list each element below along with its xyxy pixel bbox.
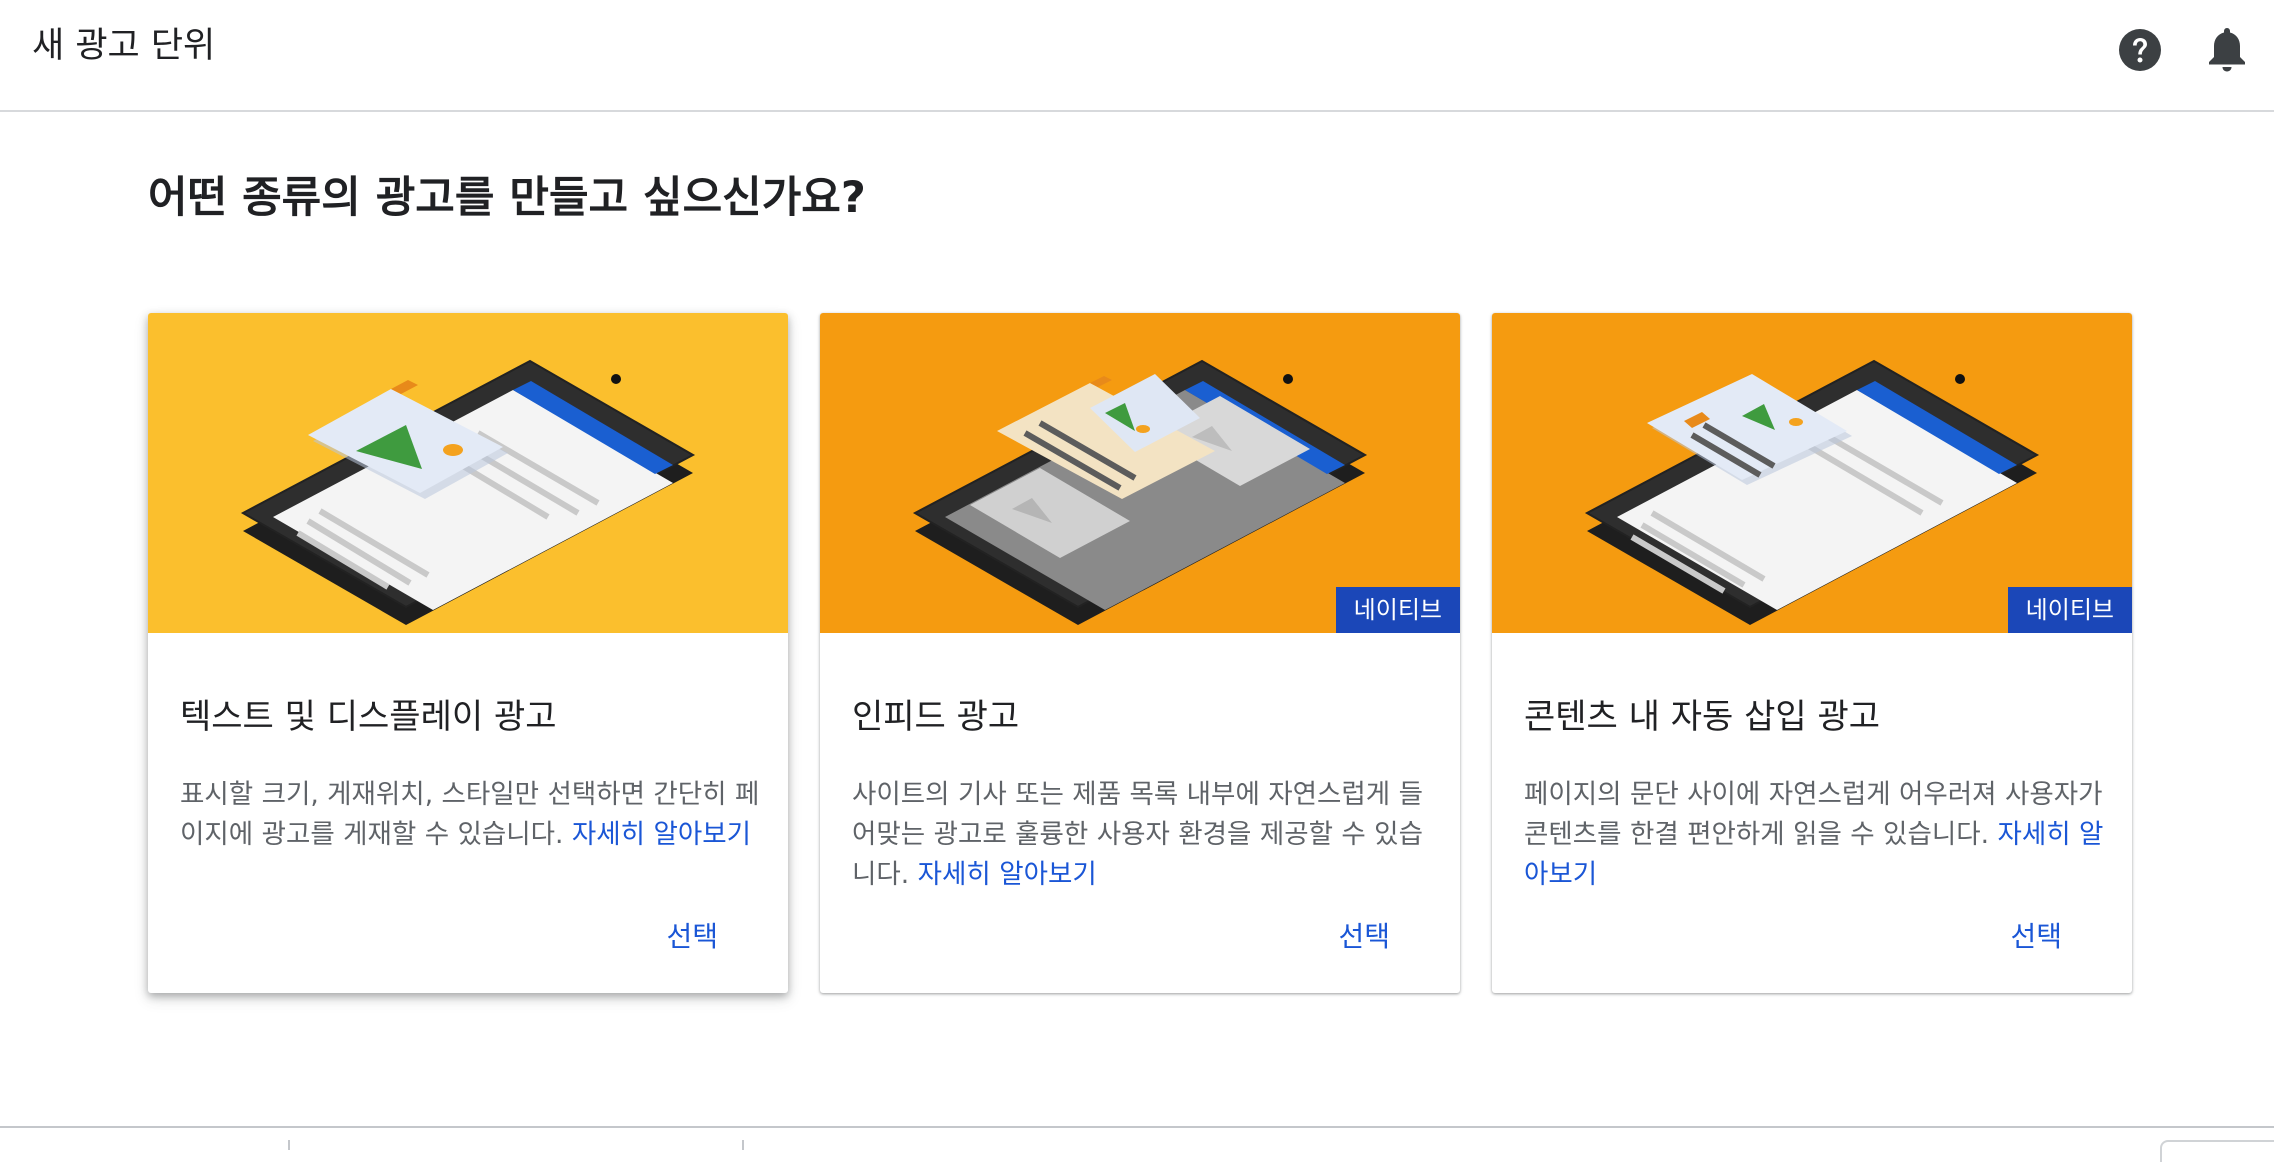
card-hero-image: 네이티브 xyxy=(1492,313,2132,633)
learn-more-link[interactable]: 자세히 알아보기 xyxy=(572,819,751,850)
learn-more-link[interactable]: 자세히 알아보기 xyxy=(918,859,1097,890)
footer-panel-edge xyxy=(2160,1140,2274,1162)
card-title: 텍스트 및 디스플레이 광고 xyxy=(180,697,557,737)
card-description: 페이지의 문단 사이에 자연스럽게 어우러져 사용자가 콘텐츠를 한결 편안하게… xyxy=(1524,775,2104,895)
card-hero-image: 네이티브 xyxy=(820,313,1460,633)
phone-in-feed-ad-illustration xyxy=(820,313,1460,633)
ad-type-card-display[interactable]: 텍스트 및 디스플레이 광고 표시할 크기, 게재위치, 스타일만 선택하면 간… xyxy=(148,313,788,993)
select-button[interactable]: 선택 xyxy=(2010,917,2062,957)
card-description: 표시할 크기, 게재위치, 스타일만 선택하면 간단히 페이지에 광고를 게재할… xyxy=(180,775,760,855)
card-description: 사이트의 기사 또는 제품 목록 내부에 자연스럽게 들어맞는 광고로 훌륭한 … xyxy=(852,775,1432,895)
page-heading: 어떤 종류의 광고를 만들고 싶으신가요? xyxy=(148,173,866,223)
help-circle-icon xyxy=(2119,29,2161,71)
page-title: 새 광고 단위 xyxy=(32,26,216,66)
footer-column-divider xyxy=(288,1140,290,1150)
phone-in-article-ad-illustration xyxy=(1492,313,2132,633)
select-button[interactable]: 선택 xyxy=(666,917,718,957)
card-title: 인피드 광고 xyxy=(852,697,1020,737)
notifications-button[interactable] xyxy=(2204,24,2250,74)
native-badge: 네이티브 xyxy=(1335,587,1460,633)
native-badge: 네이티브 xyxy=(2007,587,2132,633)
footer-divider xyxy=(0,1126,2274,1128)
select-button[interactable]: 선택 xyxy=(1338,917,1390,957)
ad-type-card-in-feed[interactable]: 네이티브 인피드 광고 사이트의 기사 또는 제품 목록 내부에 자연스럽게 들… xyxy=(820,313,1460,993)
ad-type-card-in-article[interactable]: 네이티브 콘텐츠 내 자동 삽입 광고 페이지의 문단 사이에 자연스럽게 어우… xyxy=(1492,313,2132,993)
help-button[interactable] xyxy=(2116,26,2164,74)
bell-icon xyxy=(2209,28,2245,72)
footer-column-divider xyxy=(742,1140,744,1150)
card-title: 콘텐츠 내 자동 삽입 광고 xyxy=(1524,697,1881,737)
card-hero-image xyxy=(148,313,788,633)
top-bar: 새 광고 단위 xyxy=(0,0,2274,112)
phone-display-ad-illustration xyxy=(148,313,788,633)
